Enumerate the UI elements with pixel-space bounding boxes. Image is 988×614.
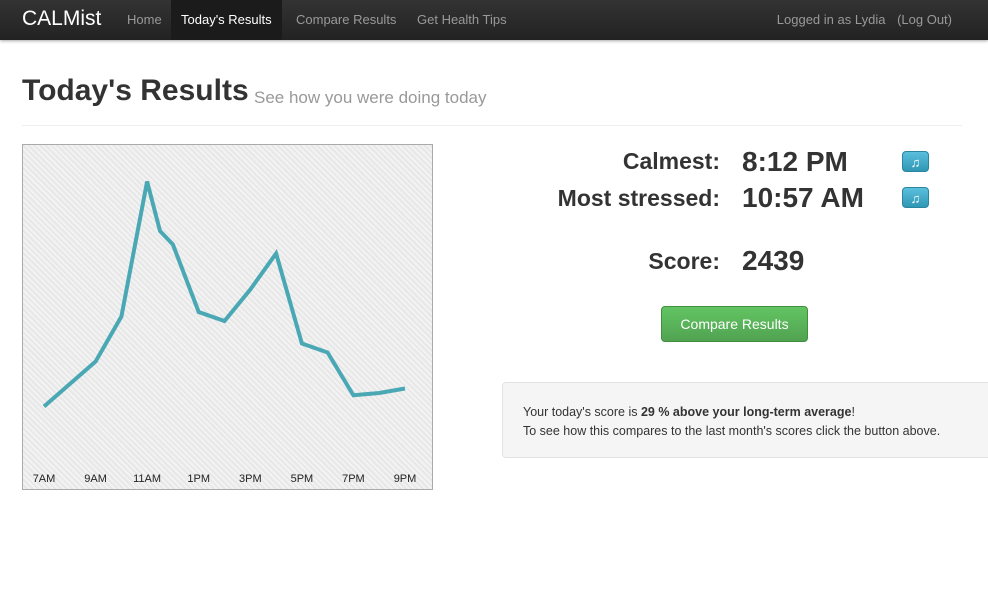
calmest-label: Calmest: xyxy=(622,148,720,174)
stress-series-line xyxy=(42,180,406,409)
compare-results-button[interactable]: Compare Results xyxy=(661,306,808,342)
summary-highlight: 29 % above your long-term average xyxy=(640,405,852,419)
chart-svg: 7AM 9AM 11AM 1PM 3PM 5PM 7PM 9PM xyxy=(33,180,417,485)
logged-in-text: Logged in as Lydia xyxy=(776,12,886,27)
x-tick-label: 9AM xyxy=(84,473,107,485)
score-label: Score: xyxy=(648,248,720,274)
navbar: CALMist Home Today's Results Compare Res… xyxy=(0,0,988,40)
summary-well: Your today's score is 29 % above your lo… xyxy=(502,382,988,458)
x-tick-label: 3PM xyxy=(239,473,262,485)
stressed-music-icon[interactable]: ♫ xyxy=(902,187,929,208)
nav-item-todays-results[interactable]: Today's Results xyxy=(171,0,282,40)
summary-line-2: To see how this compares to the last mon… xyxy=(523,424,941,438)
score-value: 2439 xyxy=(742,245,805,276)
nav-item-home[interactable]: Home xyxy=(117,0,172,40)
nav-item-health-tips[interactable]: Get Health Tips xyxy=(407,0,517,40)
x-tick-label: 11AM xyxy=(133,473,161,485)
x-tick-label: 5PM xyxy=(291,473,314,485)
nav-item-compare-results[interactable]: Compare Results xyxy=(286,0,406,40)
page-header: Today's Results See how you were doing t… xyxy=(22,74,962,126)
page-title: Today's Results xyxy=(22,74,249,107)
stressed-value: 10:57 AM xyxy=(742,182,864,213)
stressed-label: Most stressed: xyxy=(557,185,720,211)
summary-suffix: ! xyxy=(851,405,855,419)
brand-logo[interactable]: CALMist xyxy=(22,7,101,31)
stress-chart: 7AM 9AM 11AM 1PM 3PM 5PM 7PM 9PM xyxy=(22,144,433,490)
calmest-value: 8:12 PM xyxy=(742,146,848,177)
summary-line-1: Your today's score is 29 % above your lo… xyxy=(523,403,988,422)
page-subtitle: See how you were doing today xyxy=(254,88,487,107)
x-tick-label: 9PM xyxy=(394,473,417,485)
calmest-music-icon[interactable]: ♫ xyxy=(902,151,929,172)
user-area: Logged in as Lydia (Log Out) xyxy=(777,0,952,40)
x-tick-label: 7PM xyxy=(342,473,365,485)
logout-link[interactable]: (Log Out) xyxy=(897,12,952,27)
x-tick-label: 7AM xyxy=(33,473,56,485)
x-tick-label: 1PM xyxy=(187,473,210,485)
summary-prefix: Your today's score is xyxy=(523,405,641,419)
